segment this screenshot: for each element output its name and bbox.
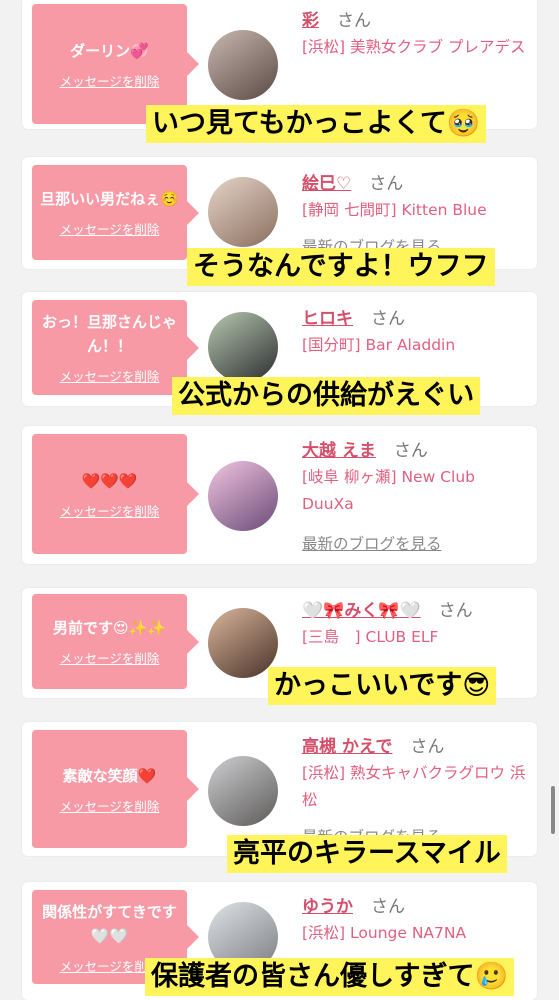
avatar[interactable] [208, 312, 278, 382]
shop-name: [浜松] 熟女キャバクラグロウ 浜松 [302, 764, 526, 809]
honorific: さん [410, 737, 445, 757]
cast-name-link[interactable]: 🤍🎀みく🎀🤍 [302, 601, 421, 621]
message-text: 旦那いい男だねぇ☺️ [40, 190, 179, 208]
message-text: 関係性がすてきです🤍🤍 [42, 902, 177, 945]
message-bubble: 男前です😍✨✨ メッセージを削除 [32, 594, 199, 689]
delete-message-link[interactable]: メッセージを削除 [60, 219, 160, 238]
caption-overlay: そうなんですよ！ウフフ [187, 248, 495, 286]
name-row: ゆうか さん [302, 892, 405, 917]
avatar[interactable] [208, 177, 278, 247]
avatar[interactable] [208, 30, 278, 100]
message-text: 男前です😍✨✨ [53, 619, 166, 637]
name-row: ヒロキ さん [302, 304, 405, 329]
shop-name: [国分町] Bar Aladdin [302, 336, 456, 354]
message-bubble: 素敵な笑顔❤️ メッセージを削除 [32, 730, 199, 848]
honorific: さん [337, 11, 371, 31]
honorific: さん [371, 309, 405, 329]
honorific: さん [371, 897, 405, 917]
cast-name-link[interactable]: ゆうか [302, 897, 353, 917]
shop-name: [浜松] 美熟女クラブ プレアデス [302, 38, 526, 56]
cast-name-link[interactable]: ヒロキ [302, 309, 353, 329]
message-text: ダーリン💞 [70, 41, 149, 60]
caption-overlay: いつ見てもかっこよくて🥹 [146, 105, 487, 143]
cast-name-link[interactable]: 彩 [302, 11, 319, 31]
message-text: おっ！旦那さんじゃん！！ [41, 313, 177, 355]
message-bubble: 旦那いい男だねぇ☺️ メッセージを削除 [32, 165, 199, 260]
delete-message-link[interactable]: メッセージを削除 [60, 366, 160, 385]
delete-message-link[interactable]: メッセージを削除 [60, 648, 160, 667]
delete-message-link[interactable]: メッセージを削除 [60, 501, 160, 520]
delete-message-link[interactable]: メッセージを削除 [60, 796, 160, 815]
shop-name: [三島 ] CLUB ELF [302, 628, 439, 646]
message-text: ❤️❤️❤️ [81, 471, 138, 490]
name-row: 高槻 かえで さん [302, 732, 444, 757]
name-row: 大越 えま さん [302, 436, 428, 461]
message-text: 素敵な笑顔❤️ [62, 766, 157, 785]
cast-name-link[interactable]: 大越 えま [302, 441, 376, 461]
caption-overlay: かっこいいです😎 [268, 667, 497, 705]
cast-name-link[interactable]: 絵巳♡ [302, 174, 351, 194]
scrollbar[interactable] [551, 786, 555, 834]
message-bubble: ❤️❤️❤️ メッセージを削除 [32, 434, 199, 554]
name-row: 絵巳♡ さん [302, 169, 403, 194]
message-bubble: おっ！旦那さんじゃん！！ メッセージを削除 [32, 300, 199, 395]
caption-overlay: 保護者の皆さん優しすぎて🥲 [145, 958, 515, 996]
avatar[interactable] [208, 756, 278, 826]
message-card: ❤️❤️❤️ メッセージを削除 大越 えま さん [岐阜 柳ヶ瀬] New Clu… [22, 426, 537, 564]
avatar[interactable] [208, 461, 278, 531]
cast-name-link[interactable]: 高槻 かえで [302, 737, 392, 757]
caption-overlay: 公式からの供給がえぐい [172, 377, 481, 415]
honorific: さん [369, 174, 404, 194]
shop-name: [岐阜 柳ヶ瀬] New Club DuuXa [302, 468, 475, 513]
caption-overlay: 亮平のキラースマイル [227, 835, 507, 873]
name-row: 彩さん [302, 6, 371, 31]
shop-name: [静岡 七間町] Kitten Blue [302, 201, 487, 219]
latest-blog-link[interactable]: 最新のブログを見る [302, 532, 442, 554]
delete-message-link[interactable]: メッセージを削除 [60, 71, 160, 90]
shop-name: [浜松] Lounge NA7NA [302, 924, 467, 942]
honorific: さん [393, 441, 428, 461]
name-row: 🤍🎀みく🎀🤍 さん [302, 596, 473, 621]
honorific: さん [438, 601, 473, 621]
